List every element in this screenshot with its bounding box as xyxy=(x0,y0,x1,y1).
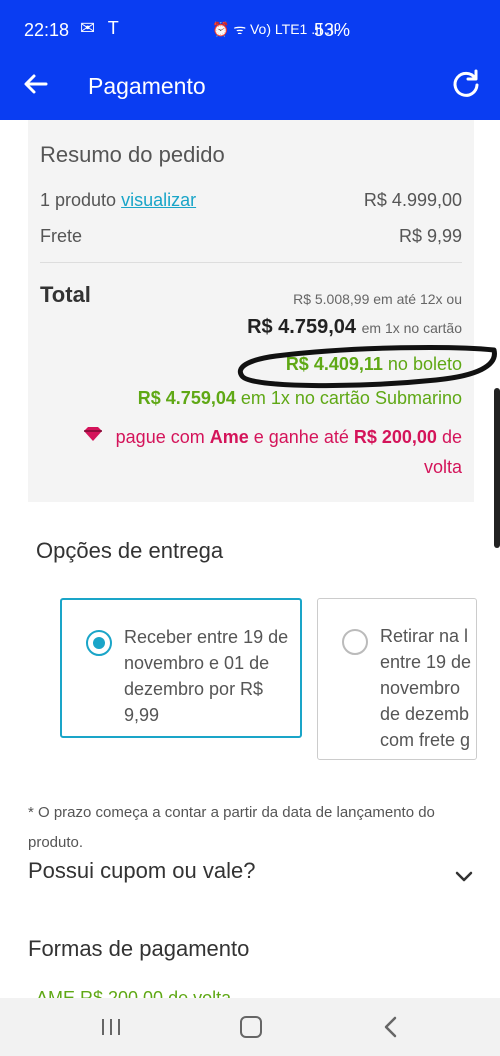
summary-title: Resumo do pedido xyxy=(40,142,225,167)
recent-apps-icon[interactable] xyxy=(100,1018,122,1036)
home-icon[interactable] xyxy=(240,1016,262,1038)
pickup-line: novembro xyxy=(380,678,461,698)
ame-middle: e ganhe até xyxy=(253,427,349,447)
products-value: R$ 4.999,00 xyxy=(363,190,462,210)
radio-selected[interactable] xyxy=(86,630,112,656)
delivery-option-pickup[interactable]: Retirar na l entre 19 de novembro de dez… xyxy=(317,598,477,760)
total-label: Total xyxy=(40,282,91,307)
pickup-line: Retirar na l xyxy=(380,626,469,646)
payment-option-peek[interactable]: AME R$ 200,00 de volta xyxy=(36,988,456,998)
payment-title: Formas de pagamento xyxy=(28,936,250,961)
scrollbar[interactable] xyxy=(494,388,500,548)
pickup-line: entre 19 de xyxy=(380,652,472,672)
shipping-value: R$ 9,99 xyxy=(398,226,462,246)
ame-value: R$ 200,00 xyxy=(353,427,437,447)
shipping-row: Frete R$ 9,99 xyxy=(40,226,462,247)
notification-icons: ✉ T xyxy=(80,18,123,38)
shipping-label: Frete xyxy=(40,226,83,246)
app-bar: Pagamento xyxy=(0,52,500,120)
card-price: R$ 4.759,04 xyxy=(247,316,357,338)
view-products-link[interactable]: visualizar xyxy=(121,190,196,210)
installment-text: R$ 5.008,99 em até 12x ou xyxy=(293,291,462,307)
status-time: 22:18 xyxy=(24,20,70,40)
pickup-line: com frete g xyxy=(380,730,471,750)
delivery-option-home[interactable]: Receber entre 19 de novembro e 01 de dez… xyxy=(60,598,302,738)
ame-brand: Ame xyxy=(209,427,249,447)
coupon-toggle[interactable]: Possui cupom ou vale? xyxy=(28,858,255,884)
card-price-line: R$ 4.759,04 em 1x no cartão xyxy=(247,316,462,339)
radio-unselected[interactable] xyxy=(342,629,368,655)
nav-back-icon[interactable] xyxy=(382,1016,398,1038)
system-nav-bar xyxy=(0,998,500,1056)
delivery-note: * O prazo começa a contar a partir da da… xyxy=(28,804,435,851)
battery-level: 53% xyxy=(314,20,351,40)
delivery-option-pickup-text: Retirar na l entre 19 de novembro de dez… xyxy=(380,623,476,753)
highlight-scribble xyxy=(238,345,497,389)
submarino-card-price: R$ 4.759,04 xyxy=(137,388,236,408)
order-summary: Resumo do pedido 1 produto visualizar R$… xyxy=(28,120,474,502)
page-title: Pagamento xyxy=(88,73,206,99)
products-label: 1 produto xyxy=(40,190,117,210)
payment-peek-text: AME R$ 200,00 de volta xyxy=(36,988,232,998)
ame-cashback-text: pague com Ame e ganhe até R$ 200,00 de v… xyxy=(84,422,462,482)
pickup-line: de dezemb xyxy=(380,704,470,724)
products-row: 1 produto visualizar R$ 4.999,00 xyxy=(40,190,462,211)
card-price-suffix: em 1x no cartão xyxy=(361,320,462,336)
back-arrow-icon[interactable] xyxy=(22,70,50,98)
status-bar: 22:18 ✉ T ⏰ ᯤ Vo) LTE1 .ıl .ıl 53% xyxy=(0,0,500,52)
refresh-icon[interactable] xyxy=(450,68,482,100)
ame-prefix: pague com xyxy=(115,427,205,447)
chevron-down-icon[interactable] xyxy=(454,868,474,886)
delivery-option-home-text: Receber entre 19 de novembro e 01 de dez… xyxy=(124,627,289,725)
summary-divider xyxy=(40,262,462,263)
delivery-title: Opções de entrega xyxy=(36,538,224,563)
